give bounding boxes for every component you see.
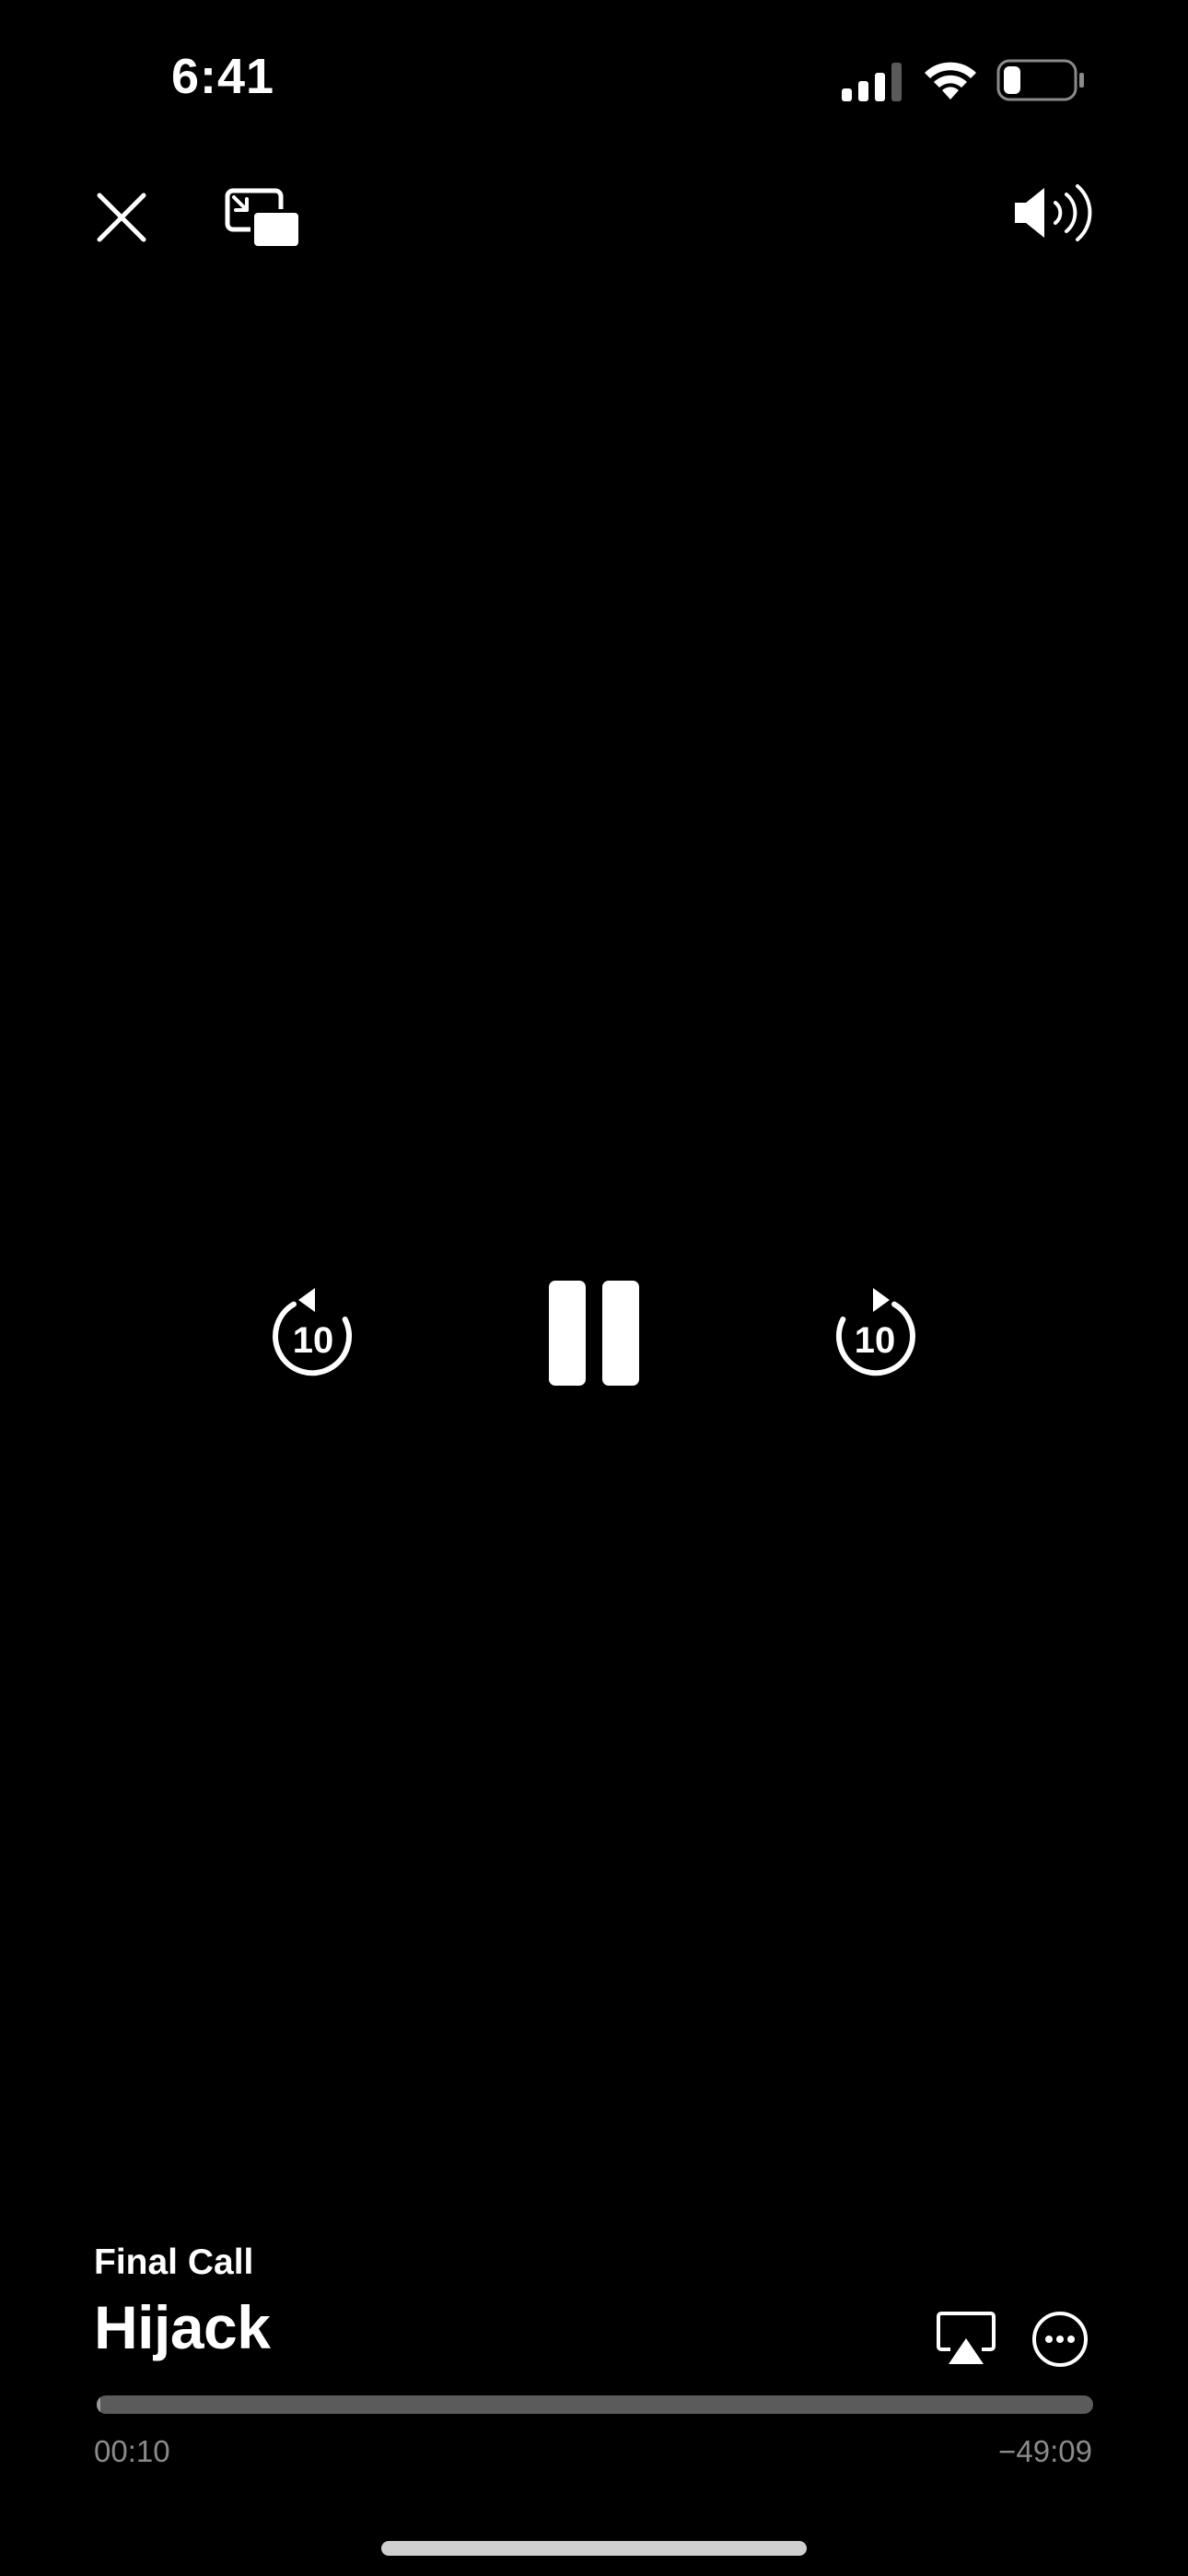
- airplay-button[interactable]: [936, 2311, 996, 2366]
- home-indicator[interactable]: [381, 2541, 807, 2556]
- airplay-icon: [937, 2312, 996, 2364]
- pause-icon: [549, 1281, 639, 1386]
- skip-back-label: 10: [293, 1320, 334, 1361]
- episode-title: Final Call: [94, 2242, 254, 2282]
- elapsed-time: 00:10: [94, 2434, 170, 2468]
- volume-button[interactable]: [1013, 182, 1096, 243]
- more-options-icon: [1032, 2312, 1088, 2367]
- skip-forward-label: 10: [855, 1320, 896, 1361]
- picture-in-picture-icon: [225, 188, 302, 249]
- cellular-signal-icon: [842, 63, 902, 101]
- picture-in-picture-button[interactable]: [225, 188, 302, 249]
- speaker-volume-icon: [1015, 184, 1092, 241]
- status-bar-time: 6:41: [171, 49, 275, 104]
- battery-icon: [996, 59, 1084, 101]
- progress-fill: [97, 2395, 100, 2414]
- skip-back-icon: 10: [273, 1288, 353, 1376]
- remaining-time: −49:09: [998, 2434, 1092, 2468]
- show-title: Hijack: [94, 2293, 271, 2361]
- skip-forward-button[interactable]: 10: [829, 1286, 921, 1380]
- close-button[interactable]: [92, 188, 151, 247]
- close-icon: [97, 193, 146, 242]
- pause-button[interactable]: [545, 1277, 643, 1389]
- progress-bar[interactable]: [97, 2395, 1093, 2414]
- skip-back-button[interactable]: 10: [267, 1286, 359, 1380]
- more-options-button[interactable]: [1031, 2311, 1089, 2368]
- wifi-icon: [925, 62, 976, 100]
- skip-forward-icon: 10: [835, 1288, 915, 1376]
